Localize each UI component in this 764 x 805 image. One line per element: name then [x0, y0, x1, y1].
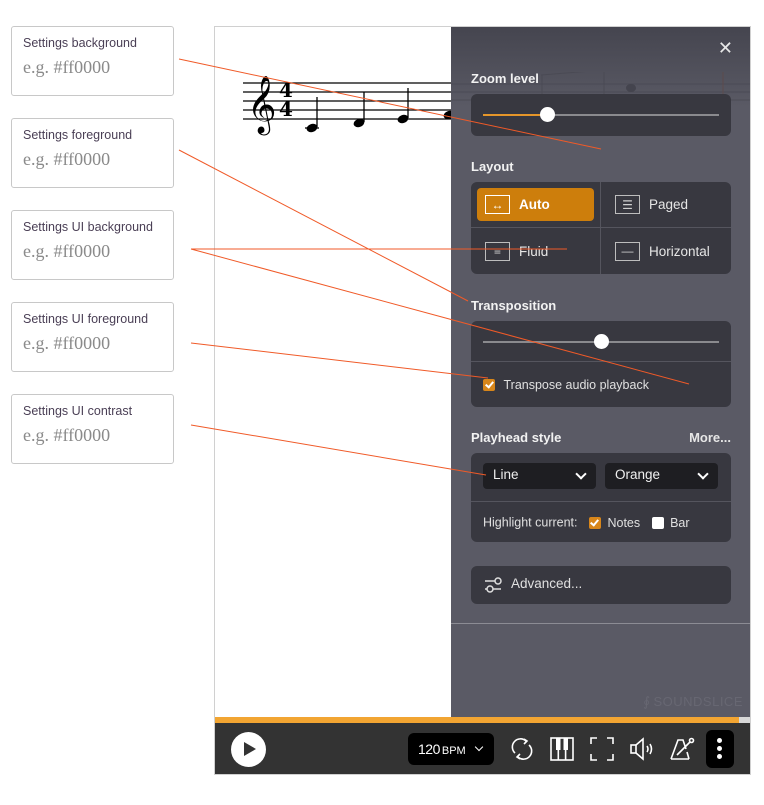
- tempo-value: 120: [418, 741, 440, 757]
- piano-icon[interactable]: [548, 735, 576, 763]
- panel-divider: [451, 623, 750, 624]
- layout-option-horizontal[interactable]: — Horizontal: [601, 228, 731, 274]
- transposition-slider[interactable]: [483, 334, 719, 349]
- volume-icon[interactable]: [628, 735, 656, 763]
- settings-ui-contrast-input[interactable]: [23, 425, 163, 446]
- settings-ui-background-input[interactable]: [23, 241, 163, 262]
- highlight-notes-label: Notes: [607, 515, 641, 530]
- playhead-color-select[interactable]: Orange: [605, 463, 718, 489]
- layout-title: Layout: [471, 159, 514, 174]
- note: [305, 97, 319, 133]
- zoom-slider-fill: [483, 114, 547, 116]
- settings-ui-foreground-field[interactable]: Settings UI foreground: [11, 302, 174, 372]
- highlight-bar-label: Bar: [670, 515, 690, 530]
- score-area: 𝄞 4 4: [215, 27, 455, 717]
- soundslice-logo-icon: ∮: [643, 694, 651, 709]
- settings-ui-background-label: Settings UI background: [23, 220, 153, 234]
- advanced-button[interactable]: Advanced...: [471, 566, 731, 604]
- highlight-bar-checkbox[interactable]: [651, 516, 664, 529]
- music-staff: 𝄞 4 4: [243, 75, 455, 136]
- more-options-button[interactable]: [706, 730, 734, 768]
- layout-option-auto[interactable]: ↔ Auto: [471, 182, 601, 228]
- layout-option-paged[interactable]: ☰ Paged: [601, 182, 731, 228]
- highlight-notes-checkbox[interactable]: [588, 516, 601, 529]
- playhead-card: Line Orange Highlight current: Notes Bar: [471, 453, 731, 542]
- zoom-level-card: [471, 94, 731, 136]
- auto-width-icon: ↔: [485, 195, 510, 214]
- music-player: 𝄞 4 4 ✕ Zoom level Layout ↔ Auto ☰ Paged…: [214, 26, 751, 775]
- tempo-button[interactable]: 120 BPM: [408, 733, 494, 765]
- transpose-audio-option[interactable]: Transpose audio playback: [483, 377, 649, 392]
- tempo-unit: BPM: [441, 745, 466, 757]
- transposition-card: Transpose audio playback: [471, 321, 731, 407]
- playhead-more-link[interactable]: More...: [689, 430, 731, 445]
- note: [397, 88, 409, 124]
- close-icon[interactable]: ✕: [718, 39, 733, 57]
- horizontal-icon: —: [615, 241, 640, 261]
- layout-options: ↔ Auto ☰ Paged ≡ Fluid — Horizontal: [471, 182, 731, 274]
- settings-foreground-label: Settings foreground: [23, 128, 133, 142]
- settings-background-label: Settings background: [23, 36, 137, 50]
- layout-option-label: Auto: [519, 197, 550, 212]
- advanced-label: Advanced...: [511, 576, 583, 591]
- highlight-current-row: Highlight current: Notes Bar: [483, 515, 690, 530]
- playhead-style-select[interactable]: Line: [483, 463, 596, 489]
- layout-option-label: Horizontal: [649, 243, 710, 259]
- layout-option-fluid[interactable]: ≡ Fluid: [471, 228, 601, 274]
- treble-clef-icon: 𝄞: [247, 75, 277, 136]
- settings-foreground-field[interactable]: Settings foreground: [11, 118, 174, 188]
- transpose-audio-label: Transpose audio playback: [503, 377, 649, 392]
- settings-background-field[interactable]: Settings background: [11, 26, 174, 96]
- settings-ui-contrast-label: Settings UI contrast: [23, 404, 133, 418]
- chevron-down-icon: [697, 468, 709, 480]
- playhead-style-value: Line: [493, 467, 519, 482]
- fluid-icon: ≡: [485, 241, 510, 261]
- metronome-icon[interactable]: [668, 735, 696, 763]
- transpose-audio-checkbox[interactable]: [483, 378, 495, 391]
- paged-icon: ☰: [615, 195, 640, 214]
- settings-background-input[interactable]: [23, 57, 163, 78]
- transposition-slider-handle[interactable]: [594, 334, 609, 349]
- layout-option-label: Paged: [649, 197, 689, 212]
- settings-ui-foreground-label: Settings UI foreground: [23, 312, 149, 326]
- layout-option-label: Fluid: [519, 243, 549, 259]
- sliders-icon: [485, 577, 502, 593]
- loop-icon[interactable]: [508, 735, 536, 763]
- player-toolbar: 120 BPM: [215, 723, 750, 774]
- playhead-style-title: Playhead style: [471, 430, 562, 445]
- fullscreen-icon[interactable]: [588, 735, 616, 763]
- chevron-down-icon: [575, 468, 587, 480]
- play-button[interactable]: [231, 732, 266, 767]
- zoom-slider-handle[interactable]: [539, 107, 555, 122]
- time-signature-bottom: 4: [279, 97, 293, 121]
- transposition-title: Transposition: [471, 298, 557, 313]
- zoom-level-title: Zoom level: [471, 71, 539, 86]
- settings-ui-contrast-field[interactable]: Settings UI contrast: [11, 394, 174, 464]
- highlight-current-label: Highlight current:: [483, 515, 578, 530]
- soundslice-logo: ∮ SOUNDSLICE: [643, 694, 743, 709]
- zoom-slider[interactable]: [483, 107, 719, 122]
- settings-ui-foreground-input[interactable]: [23, 333, 163, 354]
- playhead-color-value: Orange: [615, 467, 661, 482]
- settings-panel: ✕ Zoom level Layout ↔ Auto ☰ Paged ≡ Flu…: [451, 27, 750, 717]
- chevron-down-icon: [474, 742, 484, 752]
- settings-ui-background-field[interactable]: Settings UI background: [11, 210, 174, 280]
- settings-foreground-input[interactable]: [23, 149, 163, 170]
